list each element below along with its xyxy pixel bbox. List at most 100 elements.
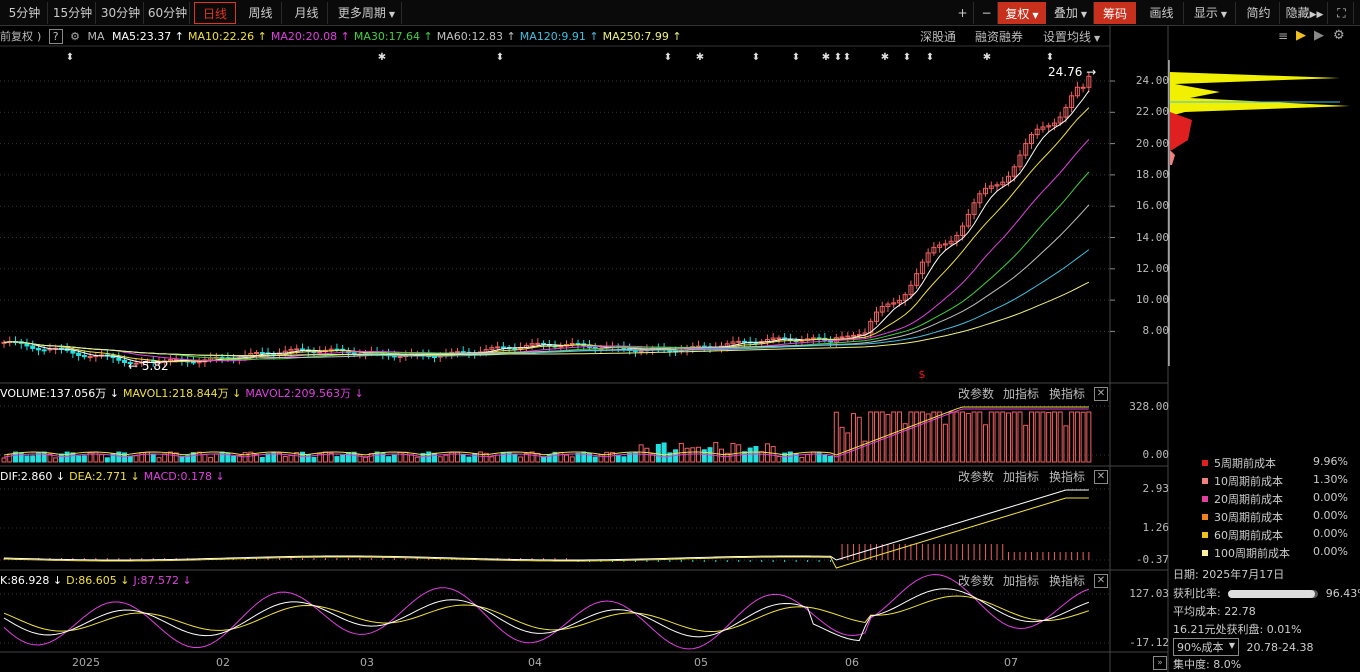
volume-bar — [259, 456, 265, 463]
main-y-tick: 12.00 — [1135, 261, 1169, 275]
ma-line-30 — [3, 171, 1090, 360]
profit-ratio-row: 获利比率: 96.43% — [1173, 585, 1360, 601]
legend-value: 0.00% — [1313, 545, 1348, 558]
kdj-switch-indicator-button[interactable]: 换指标 — [1049, 573, 1085, 589]
macd_panel-value-1: DEA:2.771 ↓ — [69, 470, 140, 483]
main-y-tick: 20.00 — [1135, 136, 1169, 150]
cost-percent-select[interactable]: 90%成本 ▼ — [1173, 638, 1239, 656]
volume-bar — [500, 451, 506, 463]
candle-body — [190, 361, 196, 364]
candle-body — [839, 336, 845, 339]
candle-body — [432, 355, 437, 358]
volume-bar — [942, 423, 948, 463]
chevron-down-icon: ▼ — [1228, 641, 1235, 650]
volume-bar — [179, 455, 185, 463]
vol-close-icon[interactable]: ✕ — [1094, 387, 1108, 401]
x-label-03: 03 — [360, 656, 374, 669]
low-price-value: 5.82 — [141, 359, 169, 373]
chip-next-icon[interactable]: ▶ — [1314, 28, 1324, 43]
event-marker: ⬍ — [843, 52, 851, 63]
volume-bar — [1051, 411, 1057, 463]
macd_panel-value-0: DIF:2.860 ↓ — [0, 470, 66, 483]
volume-bar — [696, 446, 702, 463]
volume-bar — [741, 451, 747, 463]
vol-y-top: 328.00 — [1129, 400, 1169, 413]
scroll-right-icon[interactable]: » — [1153, 656, 1167, 670]
volume-bar — [828, 455, 834, 463]
candle-body — [851, 334, 857, 337]
volume-bar — [76, 455, 82, 463]
volume-bar — [460, 454, 466, 463]
candle-body — [299, 348, 305, 351]
volume-bar — [592, 456, 598, 463]
volume-bar — [839, 426, 845, 463]
kdj-header: K:86.928 ↓ D:86.605 ↓ J:87.572 ↓ — [0, 573, 196, 589]
volume-bar — [730, 442, 736, 463]
chip-profile-red — [1170, 112, 1192, 150]
kdj-d-line — [3, 595, 1090, 633]
cost-legend-row: 60周期前成本 0.00% — [1202, 527, 1352, 543]
candle-body — [701, 345, 707, 348]
candle-body — [196, 361, 202, 364]
cost-legend-row: 20周期前成本 0.00% — [1202, 491, 1352, 507]
volume-bar — [937, 411, 943, 463]
volume-bar — [472, 452, 478, 463]
concentration: 集中度: 8.0% — [1173, 658, 1242, 671]
volume-bar — [81, 455, 87, 463]
volume-bar — [127, 455, 133, 463]
volume-bar — [960, 411, 966, 463]
chip-profile-pink — [1170, 150, 1175, 165]
volume-bar — [495, 454, 501, 463]
kdj-add-indicator-button[interactable]: 加指标 — [1003, 573, 1039, 589]
volume-bar — [156, 457, 162, 463]
legend-value: 1.30% — [1313, 473, 1348, 486]
chip-settings-gear-icon[interactable]: ⚙ — [1333, 28, 1345, 43]
macd-add-indicator-button[interactable]: 加指标 — [1003, 469, 1039, 485]
chip-play-icon[interactable]: ▶ — [1296, 28, 1306, 43]
volume-bar — [386, 456, 392, 463]
volume-bar — [615, 454, 621, 463]
chip-profile-yellow — [1170, 72, 1350, 116]
macd-header: DIF:2.860 ↓ DEA:2.771 ↓ MACD:0.178 ↓ — [0, 469, 229, 485]
volume-bar — [311, 456, 317, 463]
macd-close-icon[interactable]: ✕ — [1094, 470, 1108, 484]
volume-bar — [30, 455, 36, 463]
volume-bar — [1074, 411, 1080, 463]
main-y-tick: 22.00 — [1135, 105, 1169, 119]
legend-name: 20周期前成本 — [1214, 493, 1283, 506]
event-marker: ✱ — [696, 52, 704, 63]
volume-bar — [466, 456, 472, 463]
candle-body — [76, 352, 82, 356]
volume-bar — [437, 456, 443, 463]
main-y-tick: 8.00 — [1142, 324, 1170, 338]
legend-name: 30周期前成本 — [1214, 511, 1283, 524]
macd-switch-indicator-button[interactable]: 换指标 — [1049, 469, 1085, 485]
volume-header: VOLUME:137.056万 ↓ MAVOL1:218.844万 ↓ MAVOL2… — [0, 386, 368, 402]
vol-params-button[interactable]: 改参数 — [958, 386, 994, 402]
chip-list-icon[interactable]: ≡ — [1278, 29, 1288, 43]
volume-bar — [701, 449, 707, 463]
kdj-close-icon[interactable]: ✕ — [1094, 574, 1108, 588]
candle-body — [500, 346, 506, 349]
volume-bar — [150, 453, 156, 463]
vol-add-indicator-button[interactable]: 加指标 — [1003, 386, 1039, 402]
volume-bar — [219, 451, 225, 463]
kdj-params-button[interactable]: 改参数 — [958, 573, 994, 589]
vol-switch-indicator-button[interactable]: 换指标 — [1049, 386, 1085, 402]
volume-bar — [776, 456, 782, 463]
volume-bar — [845, 432, 851, 463]
volume-bar — [104, 457, 110, 463]
volume-bar — [759, 451, 765, 463]
volume-bar — [799, 456, 805, 463]
legend-swatch — [1202, 514, 1208, 520]
volume-bar — [747, 447, 753, 463]
macd-params-button[interactable]: 改参数 — [958, 469, 994, 485]
volume_panel-value-1: MAVOL1:218.844万 ↓ — [122, 387, 242, 400]
cost-date: 日期: 2025年7月17日 — [1173, 568, 1285, 581]
legend-name: 5周期前成本 — [1214, 457, 1276, 470]
candle-body — [35, 347, 41, 351]
volume-bar — [391, 454, 397, 463]
x-label-05: 05 — [694, 656, 708, 669]
event-marker: ✱ — [983, 52, 991, 63]
volume-bar — [770, 446, 776, 463]
